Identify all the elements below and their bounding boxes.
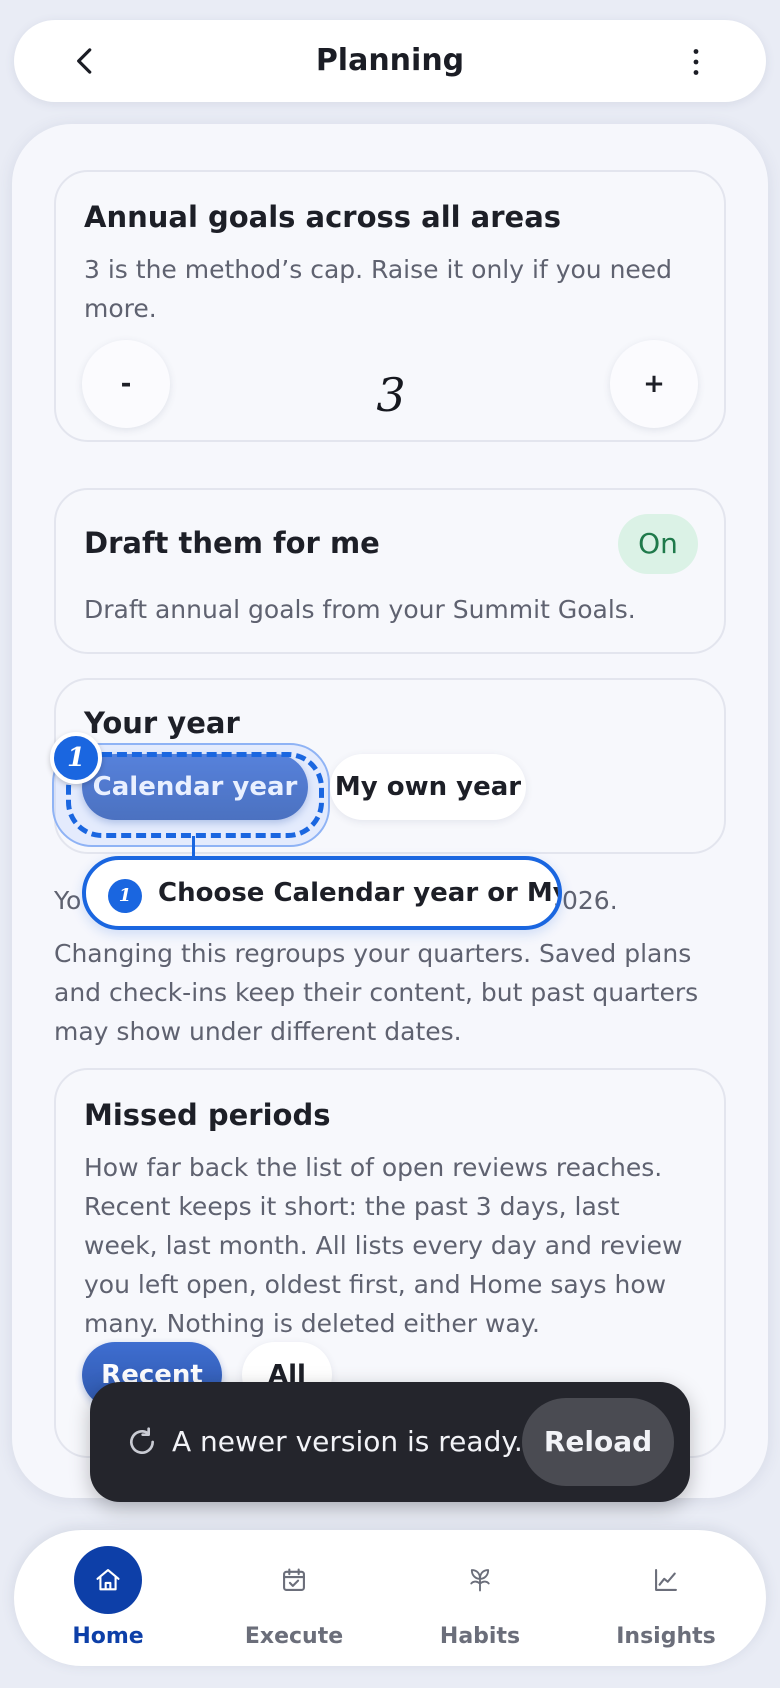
goals-count-value: 3 <box>376 368 406 422</box>
nav-item-habits[interactable]: Habits <box>386 1530 574 1666</box>
your-year-title: Your year <box>84 706 240 740</box>
annual-goals-description: 3 is the method’s cap. Raise it only if … <box>84 255 673 323</box>
nav-label-execute: Execute <box>244 1624 344 1649</box>
more-vertical-icon[interactable] <box>678 44 714 80</box>
guide-tooltip: 1 Choose Calendar year or My own year <box>82 856 562 930</box>
draft-card: Draft them for me On Draft annual goals … <box>54 488 726 654</box>
nav-label-home: Home <box>72 1624 144 1649</box>
tooltip-step-number: 1 <box>108 879 142 913</box>
year-note-start: Yo <box>54 886 82 915</box>
nav-label-insights: Insights <box>616 1624 716 1649</box>
update-toast: A newer version is ready. Reload <box>90 1382 690 1502</box>
nav-item-home[interactable]: Home <box>14 1530 202 1666</box>
step-badge: 1 <box>50 732 102 784</box>
home-icon <box>96 1569 120 1591</box>
nav-item-insights[interactable]: Insights <box>572 1530 760 1666</box>
focus-dashed-outline <box>66 752 324 838</box>
refresh-icon <box>130 1427 154 1454</box>
page-title: Planning <box>315 43 465 78</box>
nav-label-habits: Habits <box>439 1624 521 1649</box>
tooltip-text: Choose Calendar year or My own year <box>158 878 558 908</box>
decrease-goals-button[interactable]: - <box>82 340 170 428</box>
year-note-end: 026. <box>562 886 618 915</box>
insights-icon-wrap <box>632 1546 700 1614</box>
year-change-note: Changing this regroups your quarters. Sa… <box>54 939 699 1046</box>
draft-toggle[interactable]: On <box>618 514 698 574</box>
my-own-year-option[interactable]: My own year <box>330 754 526 820</box>
toast-message: A newer version is ready. <box>172 1425 523 1458</box>
missed-periods-title: Missed periods <box>84 1098 331 1132</box>
chart-line-icon <box>655 1569 677 1591</box>
habits-icon-wrap <box>446 1546 514 1614</box>
execute-icon-wrap <box>260 1546 328 1614</box>
nav-item-execute[interactable]: Execute <box>200 1530 388 1666</box>
bottom-navigation: Home Execute Habits Insights <box>14 1530 766 1666</box>
draft-title: Draft them for me <box>84 526 380 560</box>
home-icon-wrap <box>74 1546 142 1614</box>
reload-button[interactable]: Reload <box>522 1398 674 1486</box>
annual-goals-title: Annual goals across all areas <box>84 200 562 234</box>
increase-goals-button[interactable]: + <box>610 340 698 428</box>
draft-description: Draft annual goals from your Summit Goal… <box>84 595 636 624</box>
calendar-check-icon <box>283 1568 305 1591</box>
missed-periods-description: How far back the list of open reviews re… <box>84 1153 683 1338</box>
top-app-bar: Planning <box>14 20 766 102</box>
annual-goals-card: Annual goals across all areas 3 is the m… <box>54 170 726 442</box>
sprout-icon <box>470 1569 490 1592</box>
